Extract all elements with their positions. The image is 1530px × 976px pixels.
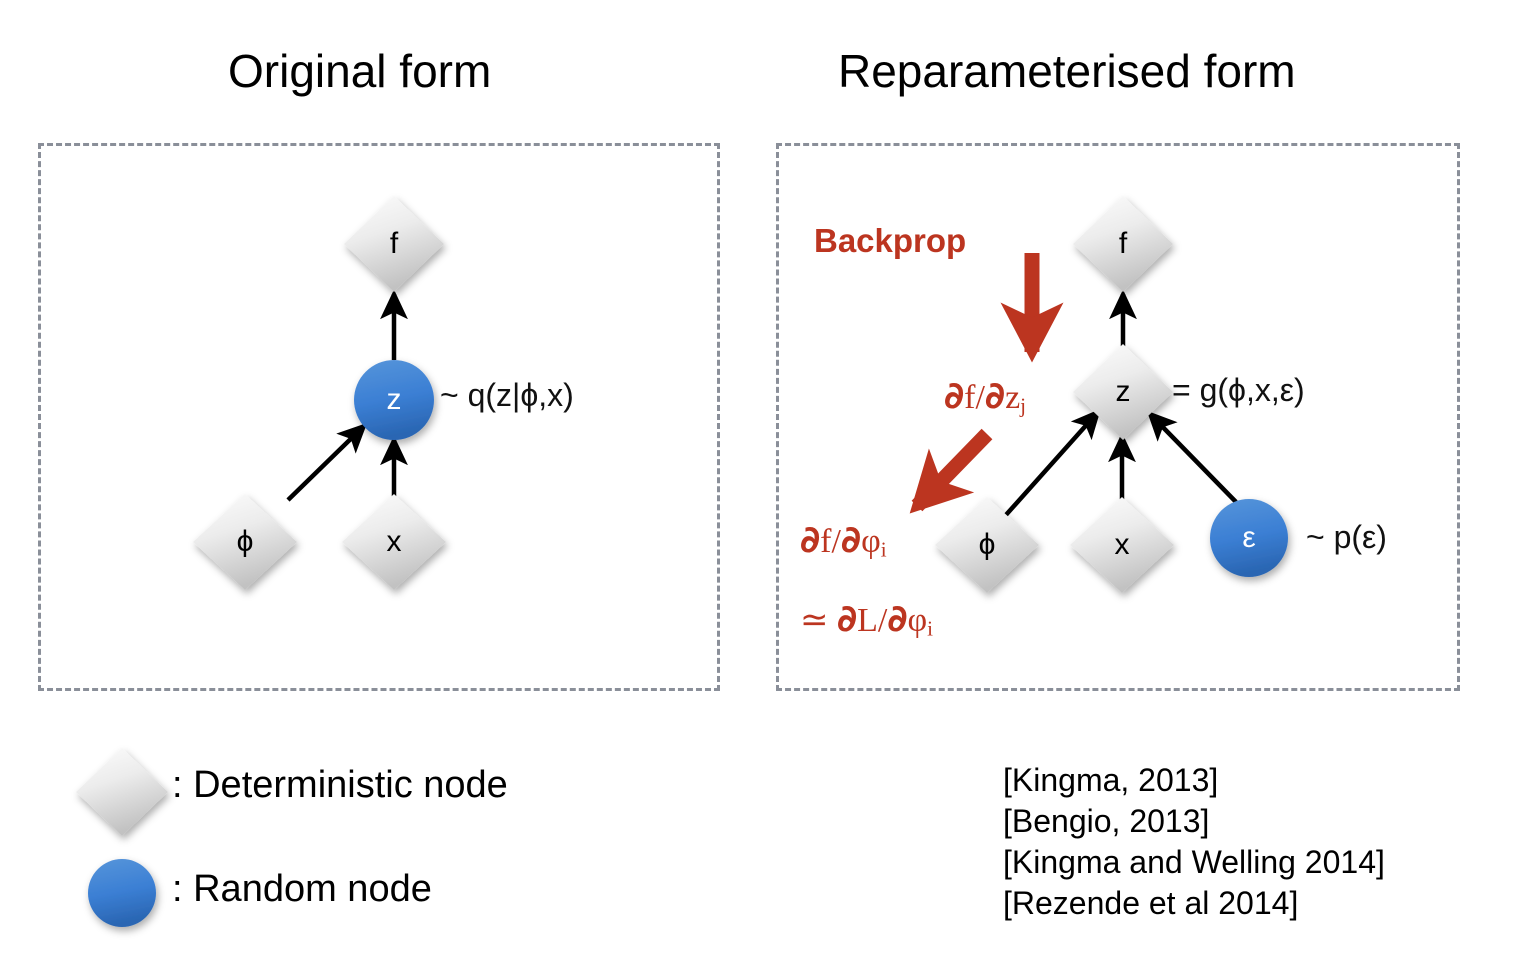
- citation-list: [Kingma, 2013] [Bengio, 2013] [Kingma an…: [1003, 760, 1385, 924]
- gradient-f-wrt-z: ∂f/∂zj: [944, 374, 1027, 418]
- diagram-canvas: Original form Reparameterised form f z ϕ…: [0, 0, 1530, 976]
- panel-title-original: Original form: [228, 45, 492, 97]
- g-function-label: = g(ϕ,x,ε): [1172, 372, 1305, 408]
- backprop-label: Backprop: [814, 222, 967, 259]
- legend-deterministic-label: : Deterministic node: [172, 764, 508, 806]
- gradient-f-wrt-phi: ∂f/∂φi: [800, 518, 887, 562]
- citation-item: [Rezende et al 2014]: [1003, 885, 1299, 921]
- approx-equal-symbol: ≃: [800, 602, 837, 639]
- citation-item: [Kingma and Welling 2014]: [1003, 844, 1385, 880]
- partial-symbol-4: ∂: [840, 518, 862, 561]
- citation-item: [Kingma, 2013]: [1003, 762, 1219, 798]
- gradient-f-wrt-phi-num: f: [820, 523, 832, 560]
- gradient-L-wrt-phi: ≃ ∂L/∂φi: [800, 597, 933, 641]
- gradient-f-wrt-z-sub: j: [1020, 393, 1027, 418]
- citation-item: [Bengio, 2013]: [1003, 803, 1210, 839]
- partial-symbol-2: ∂: [984, 374, 1006, 417]
- gradient-f-wrt-z-num: f: [964, 379, 976, 416]
- partial-symbol-1: ∂: [944, 374, 965, 417]
- legend-random-label: : Random node: [172, 868, 432, 910]
- original-form-box: [38, 143, 720, 691]
- gradient-L-wrt-phi-sub: i: [927, 616, 933, 641]
- legend-deterministic-swatch: [76, 748, 168, 836]
- gradient-L-wrt-phi-num: L: [857, 602, 878, 639]
- p-epsilon-label: ~ p(ε): [1306, 519, 1387, 555]
- legend-shapes: [76, 748, 168, 927]
- gradient-L-wrt-phi-den: φ: [907, 602, 928, 639]
- partial-symbol-3: ∂: [800, 518, 821, 561]
- q-distribution-label: ~ q(z|ϕ,x): [440, 377, 574, 413]
- partial-symbol-6: ∂: [887, 597, 908, 640]
- gradient-f-wrt-z-den: z: [1005, 379, 1021, 416]
- gradient-f-wrt-phi-sub: i: [880, 537, 887, 562]
- legend-random-swatch: [88, 859, 156, 927]
- partial-symbol-5: ∂: [837, 597, 858, 640]
- panel-title-reparameterised: Reparameterised form: [838, 45, 1296, 97]
- gradient-f-wrt-phi-den: φ: [861, 523, 881, 560]
